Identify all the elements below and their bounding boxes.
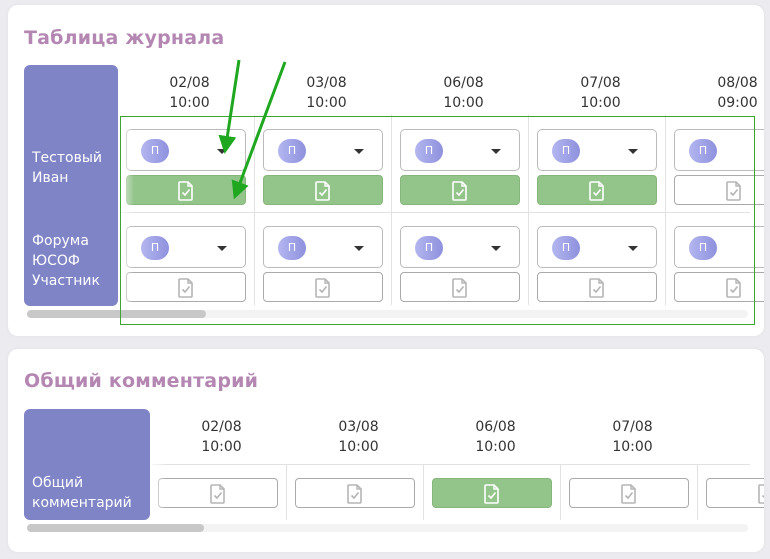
annotation-arrow xyxy=(231,61,287,200)
annotation-arrows xyxy=(218,59,287,200)
annotation-arrow xyxy=(218,59,241,154)
